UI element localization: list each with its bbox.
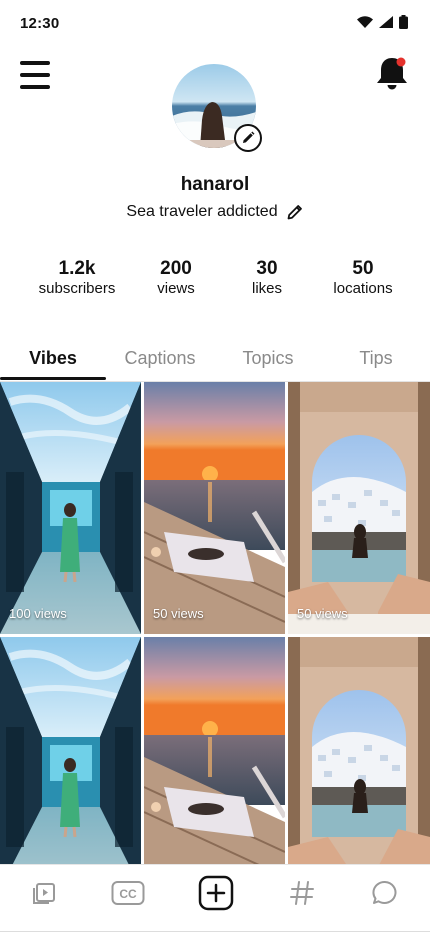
- content-tabs: Vibes Captions Topics Tips: [0, 340, 430, 382]
- grid-item[interactable]: 50 views: [288, 382, 430, 634]
- stat-views[interactable]: 200 views: [157, 258, 195, 298]
- nav-messages[interactable]: [365, 873, 405, 913]
- stat-label: views: [157, 280, 195, 297]
- chat-bubble-icon: [372, 880, 397, 904]
- nav-add-post[interactable]: [196, 873, 236, 913]
- battery-icon: [399, 15, 408, 29]
- menu-bar: [20, 73, 50, 77]
- status-bar: 12:30: [0, 0, 430, 46]
- view-count: 50 views: [153, 606, 204, 621]
- video-play-icon: [33, 883, 55, 904]
- notification-dot: [396, 57, 406, 67]
- grid-item[interactable]: [144, 637, 285, 864]
- stat-label: likes: [251, 280, 283, 297]
- stat-subscribers[interactable]: 1.2k subscribers: [39, 258, 116, 298]
- grid-item[interactable]: [288, 637, 430, 864]
- bell-icon: [377, 57, 407, 90]
- nav-captions[interactable]: CC: [108, 873, 148, 913]
- grid-item[interactable]: [0, 637, 141, 864]
- tab-tips[interactable]: Tips: [359, 348, 392, 369]
- nav-topics[interactable]: [282, 873, 322, 913]
- status-icons: [357, 15, 408, 29]
- closed-captions-icon: CC: [111, 881, 145, 905]
- grid-item[interactable]: 50 views: [144, 382, 285, 634]
- stat-likes[interactable]: 30 likes: [252, 258, 282, 298]
- stat-locations[interactable]: 50 locations: [333, 258, 392, 298]
- wifi-icon: [357, 16, 373, 28]
- cellular-signal-icon: [379, 16, 393, 28]
- view-count: 100 views: [9, 606, 67, 621]
- view-count: 50 views: [297, 606, 348, 621]
- stat-value: 1.2k: [58, 258, 96, 279]
- nav-videos[interactable]: [24, 873, 64, 913]
- stat-label: locations: [333, 280, 393, 297]
- notifications-button[interactable]: [374, 54, 410, 94]
- pencil-icon: [287, 205, 302, 220]
- profile-avatar-container: [172, 64, 262, 152]
- hashtag-icon: [290, 881, 314, 905]
- stat-value: 50: [352, 258, 374, 279]
- grid-item[interactable]: 100 views: [0, 382, 141, 634]
- svg-text:CC: CC: [119, 887, 137, 901]
- edit-avatar-button[interactable]: [234, 124, 262, 152]
- pencil-icon: [243, 131, 255, 143]
- status-time: 12:30: [20, 15, 60, 32]
- stat-value: 30: [256, 258, 278, 279]
- tab-captions[interactable]: Captions: [124, 348, 195, 369]
- menu-button[interactable]: [18, 58, 52, 92]
- bio-row: Sea traveler addicted: [0, 203, 430, 221]
- profile-stats: 1.2k subscribers 200 views 30 likes 50 l…: [0, 258, 430, 304]
- menu-bar: [20, 61, 50, 65]
- tab-topics[interactable]: Topics: [242, 348, 293, 369]
- bottom-navigation: CC: [0, 864, 430, 932]
- menu-bar: [20, 85, 50, 89]
- vibes-grid: 100 views 50 views 50 views: [0, 382, 430, 864]
- stat-value: 200: [160, 258, 192, 279]
- stat-label: subscribers: [38, 280, 116, 297]
- tab-vibes[interactable]: Vibes: [29, 348, 77, 369]
- active-tab-indicator: [0, 377, 106, 380]
- edit-bio-button[interactable]: [286, 203, 304, 221]
- bio-text: Sea traveler addicted: [126, 203, 278, 220]
- add-post-icon: [198, 875, 234, 911]
- username: hanarol: [180, 174, 250, 195]
